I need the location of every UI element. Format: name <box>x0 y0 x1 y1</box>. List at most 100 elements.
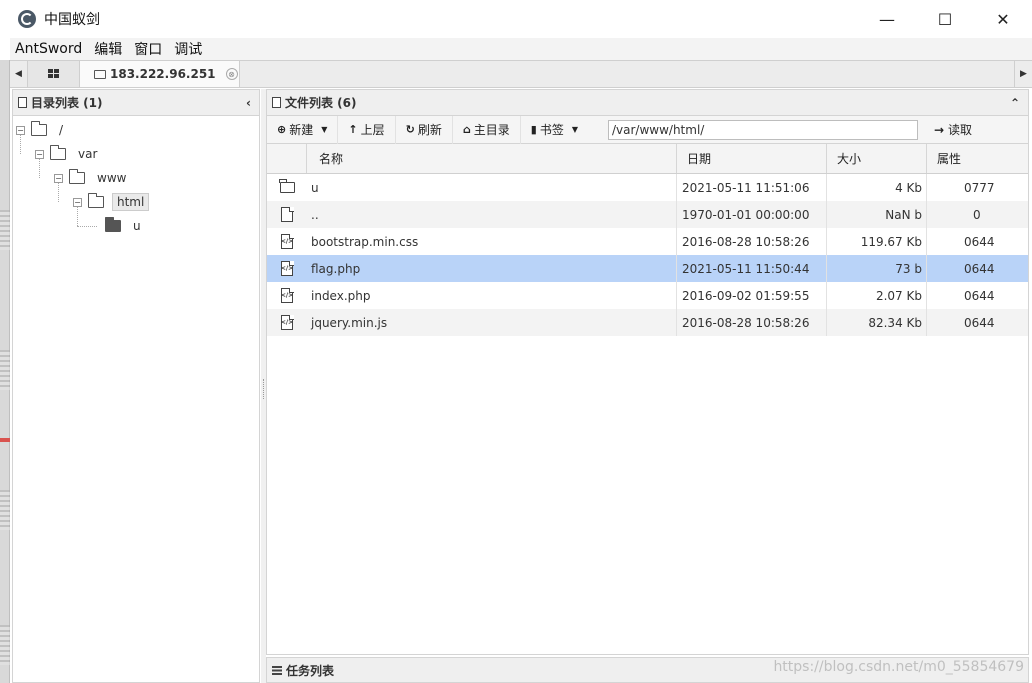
background-artifact <box>0 490 10 530</box>
file-row-jquery-js[interactable]: </> jquery.min.js 2016-08-28 10:58:26 82… <box>267 309 1028 336</box>
folder-icon <box>69 169 85 184</box>
column-icon <box>267 144 307 173</box>
column-header-attr[interactable]: 属性 <box>927 144 1028 173</box>
file-row-parent[interactable]: .. 1970-01-01 00:00:00 NaN b 0 <box>267 201 1028 228</box>
file-attr: 0644 <box>964 261 995 276</box>
file-name: bootstrap.min.css <box>307 228 677 255</box>
watermark: https://blog.csdn.net/m0_55854679 <box>773 659 1024 675</box>
tree-connector <box>77 226 97 227</box>
menu-window[interactable]: 窗口 <box>128 39 168 59</box>
tab-home[interactable] <box>28 61 80 87</box>
file-date: 2021-05-11 11:51:06 <box>677 174 827 201</box>
file-type-cell <box>267 201 307 228</box>
file-name: flag.php <box>307 255 677 282</box>
file-size: 2.07 Kb <box>827 282 927 309</box>
tree-item-label: / <box>59 123 64 137</box>
read-path-button[interactable]: → 读取 <box>926 119 980 141</box>
file-date: 1970-01-01 00:00:00 <box>677 201 827 228</box>
antsword-logo-icon <box>18 10 36 28</box>
menu-debug[interactable]: 调试 <box>168 39 208 59</box>
file-outline-icon <box>272 97 281 108</box>
caret-down-icon: ▼ <box>321 125 328 134</box>
file-row-u[interactable]: u 2021-05-11 11:51:06 4 Kb 0777 <box>267 174 1028 201</box>
home-icon: ⌂ <box>462 123 471 136</box>
code-file-icon: </> <box>281 314 294 330</box>
file-panel-title: 文件列表 (6) <box>285 96 357 110</box>
file-panel-header: 文件列表 (6) ⌃ <box>267 90 1028 116</box>
tree-item-root[interactable]: − / <box>16 119 67 141</box>
minimize-button[interactable]: — <box>858 0 916 38</box>
title-bar[interactable]: 中国蚁剑 — ☐ ✕ <box>0 0 1032 38</box>
caret-down-icon: ▼ <box>571 125 578 134</box>
code-file-icon: </> <box>281 233 294 249</box>
menu-bar: AntSword 编辑 窗口 调试 <box>10 38 1032 60</box>
column-header-date[interactable]: 日期 <box>677 144 827 173</box>
tab-scroll-left-button[interactable]: ◀ <box>10 61 28 87</box>
tab-shell-session[interactable]: 183.222.96.251 ⊗ <box>80 61 240 87</box>
file-date: 2016-08-28 10:58:26 <box>677 228 827 255</box>
grid-icon <box>48 69 59 79</box>
tree-item-label: www <box>97 171 127 185</box>
home-dir-button[interactable]: ⌂ 主目录 <box>453 115 521 144</box>
file-size: 119.67 Kb <box>827 228 927 255</box>
list-icon <box>272 665 282 675</box>
folder-solid-icon <box>105 217 121 232</box>
bookmark-icon: ▮ <box>530 123 537 136</box>
file-toolbar: ⊕ 新建 ▼ ↑ 上层 ↻ 刷新 ⌂ 主目录 ▮ 书签 ▼ → 读取 <box>267 115 1028 144</box>
file-row-index-php[interactable]: </> index.php 2016-09-02 01:59:55 2.07 K… <box>267 282 1028 309</box>
tree-toggle-icon[interactable]: − <box>35 149 44 159</box>
bookmark-button-label: 书签 <box>539 123 564 137</box>
file-size: 82.34 Kb <box>827 309 927 336</box>
new-button[interactable]: ⊕ 新建 ▼ <box>267 115 339 144</box>
file-size: NaN b <box>827 201 927 228</box>
bookmark-button[interactable]: ▮ 书签 ▼ <box>521 116 588 144</box>
tree-toggle-icon[interactable]: − <box>54 173 63 183</box>
menu-edit[interactable]: 编辑 <box>88 39 128 59</box>
file-date: 2016-09-02 01:59:55 <box>677 282 827 309</box>
column-header-name[interactable]: 名称 <box>307 144 677 173</box>
folder-icon <box>279 179 295 193</box>
tree-item-label: var <box>78 147 98 161</box>
file-panel: 文件列表 (6) ⌃ ⊕ 新建 ▼ ↑ 上层 ↻ 刷新 ⌂ 主目录 ▮ 书签 ▼… <box>266 89 1029 655</box>
close-button[interactable]: ✕ <box>974 0 1032 38</box>
file-date: 2021-05-11 11:50:44 <box>677 255 827 282</box>
tab-close-icon[interactable]: ⊗ <box>225 68 238 80</box>
file-type-cell: </> <box>267 255 307 282</box>
plus-circle-icon: ⊕ <box>277 123 287 136</box>
tree-item-var[interactable]: − var <box>35 143 101 165</box>
collapse-panel-icon[interactable]: ⌃ <box>1010 96 1020 110</box>
window-title: 中国蚁剑 <box>44 12 100 28</box>
tree-toggle-icon[interactable]: − <box>73 197 82 207</box>
column-header-size[interactable]: 大小 <box>827 144 927 173</box>
collapse-panel-icon[interactable]: ‹ <box>246 96 251 110</box>
read-path-button-label: 读取 <box>948 123 973 137</box>
file-row-flag-php[interactable]: </> flag.php 2021-05-11 11:50:44 73 b 06… <box>267 255 1028 282</box>
tree-item-html[interactable]: − html <box>73 191 150 213</box>
tree-item-u[interactable]: u <box>105 215 145 237</box>
tab-scroll-right-button[interactable]: ▶ <box>1014 61 1032 87</box>
maximize-button[interactable]: ☐ <box>916 0 974 38</box>
refresh-button[interactable]: ↻ 刷新 <box>396 115 453 144</box>
background-artifact <box>0 350 10 390</box>
window-controls: — ☐ ✕ <box>858 0 1032 38</box>
background-artifact <box>0 625 10 665</box>
tab-bar: ◀ 183.222.96.251 ⊗ ▶ <box>10 60 1032 88</box>
file-size: 73 b <box>827 255 927 282</box>
folder-icon <box>94 69 106 79</box>
background-artifact <box>0 438 10 442</box>
file-type-cell: </> <box>267 228 307 255</box>
file-row-bootstrap-css[interactable]: </> bootstrap.min.css 2016-08-28 10:58:2… <box>267 228 1028 255</box>
path-input[interactable] <box>607 119 918 140</box>
refresh-button-label: 刷新 <box>417 123 442 137</box>
tree-item-www[interactable]: − www <box>54 167 130 189</box>
tree-item-label: u <box>133 219 141 233</box>
menu-antsword[interactable]: AntSword <box>10 41 88 57</box>
folder-open-icon <box>88 193 104 208</box>
tree-item-label: html <box>112 193 150 211</box>
new-button-label: 新建 <box>289 123 314 137</box>
arrow-up-icon: ↑ <box>348 123 358 136</box>
folder-outline-icon <box>18 97 27 108</box>
up-level-button[interactable]: ↑ 上层 <box>338 115 396 144</box>
tree-toggle-icon[interactable]: − <box>16 125 25 135</box>
directory-panel-header: 目录列表 (1) ‹ <box>13 90 259 116</box>
